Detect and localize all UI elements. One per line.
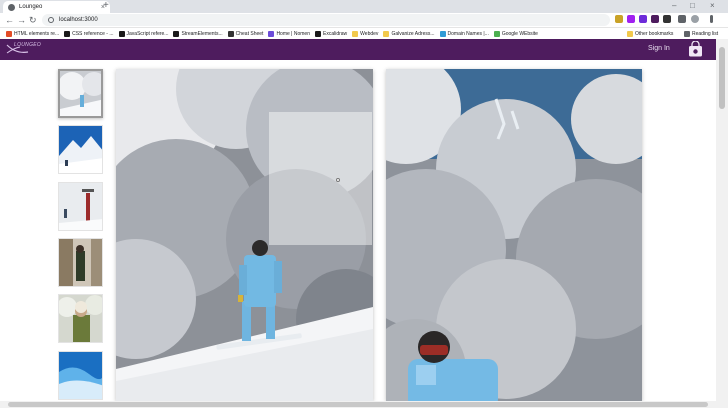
bookmark-label: HTML elements re...: [14, 30, 60, 37]
horizontal-scrollbar[interactable]: [0, 401, 728, 408]
thumbnail-ski-lift-snow[interactable]: [58, 182, 103, 231]
bookmark-favicon-icon: [383, 30, 390, 37]
bookmark-item[interactable]: Excalidraw: [314, 30, 348, 37]
bookmark-favicon-icon: [439, 30, 446, 37]
bookmark-label: Webdev: [360, 30, 379, 37]
bookmark-label: Google WEbsite: [501, 30, 538, 37]
thumbnail-person-snowy-trees[interactable]: [58, 294, 103, 343]
bookmark-favicon-icon: [268, 30, 275, 37]
thumbnail-snowboarder-clouds[interactable]: [58, 69, 103, 118]
bookmark-item[interactable]: Cheat Sheet: [227, 30, 264, 37]
vertical-scrollbar[interactable]: [716, 39, 728, 401]
bookmark-item[interactable]: HTML elements re...: [6, 30, 60, 37]
thumbnail-image: [59, 295, 102, 342]
maximize-button[interactable]: □: [690, 0, 695, 12]
extension-icon[interactable]: [639, 15, 647, 23]
url-text[interactable]: localhost:3000: [59, 17, 98, 23]
reload-button[interactable]: ↻: [29, 14, 37, 26]
bookmark-favicon-icon: [352, 30, 359, 37]
shopping-bag-icon[interactable]: [688, 41, 703, 57]
bookmark-favicon-icon: [6, 30, 12, 37]
bookmark-favicon-icon: [314, 30, 321, 37]
sign-in-link[interactable]: Sign In: [648, 45, 670, 52]
thumbnail-image: [59, 183, 102, 230]
bookmark-label: Home | Nomen: [276, 30, 310, 37]
folder-icon: [627, 30, 633, 37]
horizontal-scroll-thumb[interactable]: [8, 402, 708, 407]
bookmark-favicon-icon: [493, 30, 500, 37]
bookmark-item[interactable]: Domain Names |...: [439, 30, 489, 37]
bookmark-label: StreamElements...: [181, 30, 223, 37]
product-page: [0, 60, 716, 401]
close-window-button[interactable]: ×: [710, 0, 715, 12]
bookmark-favicon-icon: [227, 30, 234, 37]
address-bar-row: ← → ↻ localhost:3000: [0, 13, 728, 28]
bookmark-item[interactable]: Home | Nomen: [268, 30, 310, 37]
extension-icon[interactable]: [663, 15, 671, 23]
logo-text: LOUNGEO: [14, 42, 42, 48]
zoomed-image-art: [386, 69, 642, 401]
zoom-lens: [269, 112, 372, 245]
more-menu-icon[interactable]: [710, 15, 713, 23]
bookmark-favicon-icon: [118, 30, 125, 37]
globe-icon: [8, 3, 15, 11]
bookmark-item[interactable]: JavaScript refere...: [118, 30, 169, 37]
omnibox[interactable]: localhost:3000: [42, 14, 610, 26]
forward-button[interactable]: →: [17, 14, 26, 26]
browser-tab[interactable]: Loungeo ×: [3, 1, 110, 13]
mouse-cursor: [336, 178, 340, 182]
thumbnail-person-snowy-forest[interactable]: [58, 238, 103, 287]
extension-icon[interactable]: [651, 15, 659, 23]
main-product-image[interactable]: [116, 69, 373, 401]
extension-icon[interactable]: [627, 15, 635, 23]
profile-icon[interactable]: [691, 15, 699, 23]
vertical-scroll-thumb[interactable]: [719, 47, 725, 109]
bookmark-label: Excalidraw: [322, 30, 348, 37]
thumbnail-mountain-snow[interactable]: [58, 125, 103, 174]
bookmark-item[interactable]: Webdev: [352, 30, 379, 37]
bookmark-label: CSS reference - ...: [72, 30, 114, 37]
other-bookmarks[interactable]: Other bookmarks: [627, 28, 673, 39]
bookmark-label: Domain Names |...: [447, 30, 489, 37]
thumbnail-blue-snow-waves[interactable]: [58, 351, 103, 400]
thumbnail-image: [59, 239, 102, 286]
bookmarks-bar: HTML elements re... CSS reference - ... Ja…: [0, 28, 728, 39]
bookmark-favicon-icon: [64, 30, 71, 37]
reading-list[interactable]: Reading list: [684, 28, 718, 39]
new-tab-button[interactable]: +: [103, 1, 109, 11]
back-button[interactable]: ←: [5, 14, 14, 26]
bookmark-label: Galvanize Adress...: [391, 30, 435, 37]
bookmark-item[interactable]: Google WEbsite: [493, 30, 538, 37]
bookmark-favicon-icon: [173, 30, 180, 37]
minimize-button[interactable]: –: [672, 0, 676, 12]
puzzle-icon[interactable]: [678, 15, 686, 23]
bookmark-item[interactable]: Galvanize Adress...: [383, 30, 435, 37]
zoomed-product-image: [386, 69, 642, 401]
bookmark-label: Cheat Sheet: [235, 30, 264, 37]
reading-list-icon: [684, 30, 690, 37]
extension-icon[interactable]: [615, 15, 623, 23]
thumbnail-image: [60, 71, 101, 116]
tab-title: Loungeo: [19, 4, 43, 10]
thumbnail-image: [59, 352, 102, 399]
thumbnail-image: [59, 126, 102, 173]
browser-tab-strip: Loungeo × + – □ ×: [0, 0, 728, 13]
site-info-icon[interactable]: [48, 17, 54, 23]
site-header: LOUNGEO Sign In: [0, 39, 716, 60]
bookmark-item[interactable]: StreamElements...: [173, 30, 223, 37]
bookmark-item[interactable]: CSS reference - ...: [64, 30, 114, 37]
bookmark-label: JavaScript refere...: [126, 30, 169, 37]
